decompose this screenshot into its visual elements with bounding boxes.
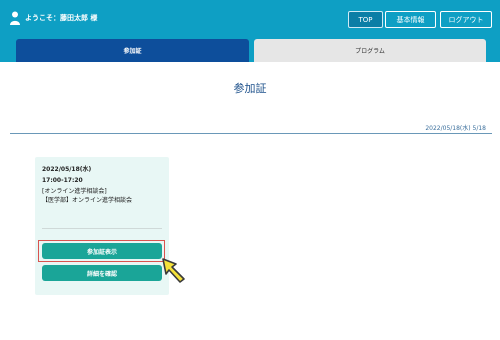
logout-button[interactable]: ログアウト <box>440 11 492 28</box>
highlight-box <box>38 240 165 262</box>
top-button[interactable]: TOP <box>348 11 383 28</box>
basic-info-button[interactable]: 基本情報 <box>385 11 436 28</box>
divider <box>10 133 492 134</box>
event-title: 【医学部】オンライン進学相談会 <box>42 197 133 204</box>
event-time: 17:00-17:20 <box>42 177 83 184</box>
tab-program[interactable]: プログラム <box>254 39 486 62</box>
event-category: [オンライン進学相談会] <box>42 188 107 195</box>
event-card: 2022/05/18(水) 17:00-17:20 [オンライン進学相談会] 【… <box>35 157 169 295</box>
user-icon <box>10 11 20 25</box>
page-title: 参加証 <box>233 82 267 95</box>
datestamp: 2022/05/18(水) 5/18 <box>425 125 486 132</box>
tab-bar: 参加証 プログラム <box>0 37 500 62</box>
user-welcome: ようこそ：藤田太郎 様 <box>10 11 97 25</box>
pointing-hand-icon <box>162 258 185 283</box>
card-divider <box>42 228 162 229</box>
welcome-text: ようこそ：藤田太郎 様 <box>25 14 98 22</box>
tab-admission-ticket[interactable]: 参加証 <box>16 39 249 62</box>
event-date: 2022/05/18(水) <box>42 166 92 173</box>
view-details-button[interactable]: 詳細を確認 <box>42 265 162 281</box>
